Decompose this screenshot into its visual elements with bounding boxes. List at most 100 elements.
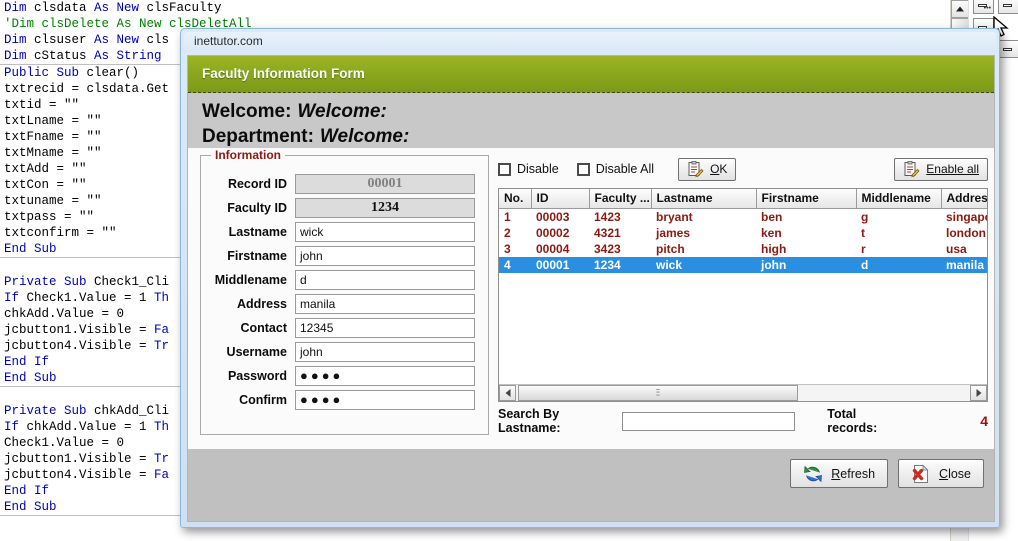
- welcome-row: Welcome: Welcome:: [202, 99, 994, 124]
- table-column-header[interactable]: Faculty ...: [589, 189, 652, 209]
- field-label: Username: [226, 345, 287, 359]
- code-token: End Sub: [4, 500, 57, 514]
- field-row-middlename: Middlename d: [209, 268, 484, 292]
- code-token: jcbutton4.Visible =: [4, 339, 155, 353]
- table-cell: 00004: [536, 241, 570, 256]
- scroll-thumb[interactable]: [518, 385, 798, 401]
- code-token: Th: [154, 420, 170, 434]
- restore-window-button-2[interactable]: [998, 0, 1018, 14]
- code-token: Public Sub: [4, 66, 80, 80]
- minimize-glyph: [1003, 4, 1012, 7]
- records-table-container[interactable]: No. ID Faculty ... Lastname Firstname Middlen…: [498, 188, 988, 402]
- table-cell: usa: [946, 241, 967, 256]
- code-token: clear(): [79, 66, 140, 80]
- scroll-up-button[interactable]: [951, 0, 969, 18]
- code-token: End If: [4, 355, 50, 369]
- table-cell: high: [761, 241, 787, 256]
- code-token: txtAdd = "": [4, 162, 87, 176]
- field-input-lastname[interactable]: wick: [295, 222, 475, 242]
- scroll-track[interactable]: [516, 385, 970, 401]
- dialog-titlebar[interactable]: inettutor.com: [184, 32, 996, 52]
- field-label: Password: [227, 369, 287, 383]
- form-banner-title: Faculty Information Form: [202, 66, 365, 81]
- table-cell: 4: [499, 256, 531, 273]
- document-delete-icon: [911, 464, 931, 484]
- code-token: jcbutton1.Visible =: [4, 452, 155, 466]
- table-column-header[interactable]: No.: [499, 189, 532, 209]
- code-token: cStatus: [26, 49, 95, 63]
- minimize-glyph: [1003, 48, 1012, 51]
- restore-window-button-4[interactable]: [998, 40, 1018, 58]
- table-row[interactable]: 3 00004 3423 pitch high r usa: [499, 241, 987, 257]
- field-input-address[interactable]: manila: [295, 294, 475, 314]
- disable-checkbox[interactable]: Disable: [498, 162, 559, 176]
- table-cell: d: [856, 256, 941, 273]
- table-cell: 1423: [594, 209, 621, 224]
- refresh-button[interactable]: Refresh: [790, 459, 889, 488]
- table-cell: 00003: [536, 209, 570, 224]
- code-token: End Sub: [4, 371, 57, 385]
- ok-button[interactable]: OK: [678, 157, 737, 181]
- table-column-header[interactable]: ID: [531, 189, 590, 209]
- field-row-contact: Contact 12345: [209, 316, 484, 340]
- close-button[interactable]: Close: [898, 459, 984, 488]
- checkbox-box[interactable]: [498, 162, 511, 176]
- code-token: If: [4, 291, 20, 305]
- total-records-value: 4: [980, 413, 988, 429]
- clipboard-pencil-icon: [903, 160, 920, 178]
- field-input-contact[interactable]: 12345: [295, 318, 475, 338]
- field-input-middlename[interactable]: d: [295, 270, 475, 290]
- field-input-password[interactable]: ●●●●: [295, 366, 475, 386]
- table-cell: pitch: [656, 241, 685, 256]
- welcome-value: Welcome:: [297, 101, 387, 122]
- information-group: Information Record ID 00001 Faculty ID 1234…: [200, 148, 489, 435]
- restore-window-button-1[interactable]: •••: [973, 0, 994, 14]
- disable-all-checkbox[interactable]: Disable All: [576, 162, 654, 176]
- table-body: 1 00003 1423 bryant ben g singapore 2 00002 4321 j…: [499, 208, 987, 273]
- code-token: clsuser: [26, 33, 95, 47]
- field-input-firstname[interactable]: john: [295, 246, 475, 266]
- enable-all-button[interactable]: Enable all: [894, 157, 988, 181]
- table-row[interactable]: 4 00001 1234 wick john d manila: [499, 256, 987, 273]
- field-row-username: Username john: [209, 340, 484, 364]
- table-column-header[interactable]: Firstname: [756, 189, 857, 209]
- table-row[interactable]: 2 00002 4321 james ken t london: [499, 225, 987, 241]
- code-token: chkAdd.Value = 0: [4, 307, 125, 321]
- scroll-right-button[interactable]: [970, 385, 987, 401]
- table-cell: 4321: [594, 225, 621, 240]
- records-panel: Disable Disable All OK Enable all No. ID…: [498, 155, 988, 435]
- code-token: cls: [139, 33, 170, 47]
- code-token: txtrecid = clsdata.Get: [4, 82, 170, 96]
- table-row[interactable]: 1 00003 1423 bryant ben g singapore: [499, 208, 987, 225]
- table-cell: 2: [504, 225, 511, 240]
- close-rest: lose: [948, 466, 971, 481]
- code-token: txtFname = "": [4, 130, 102, 144]
- field-row-lastname: Lastname wick: [209, 220, 484, 244]
- code-token: chkAdd.Value = 1: [19, 420, 155, 434]
- scroll-left-button[interactable]: [499, 385, 516, 401]
- table-column-header[interactable]: Address: [941, 189, 987, 209]
- field-input-username[interactable]: john: [295, 342, 475, 362]
- field-label: Contact: [240, 321, 287, 335]
- checkbox-box[interactable]: [576, 162, 590, 176]
- field-input-record-id: 00001: [295, 174, 475, 194]
- faculty-information-dialog: inettutor.com Faculty Information Form W…: [180, 28, 1000, 528]
- close-button-label: Close: [939, 467, 971, 481]
- code-token: As String: [94, 49, 162, 63]
- table-column-header[interactable]: Middlename: [856, 189, 942, 209]
- ok-button-label: OK: [710, 162, 727, 176]
- code-token: txtconfirm = "": [4, 226, 117, 240]
- field-label: Middlename: [214, 273, 287, 287]
- department-value: Welcome:: [319, 126, 410, 147]
- table-column-header[interactable]: Lastname: [651, 189, 757, 209]
- refresh-rest: efresh: [840, 466, 876, 481]
- table-cell: 00001: [531, 256, 589, 273]
- search-input[interactable]: [621, 411, 796, 431]
- code-token: txtMname = "": [4, 146, 102, 160]
- field-input-confirm[interactable]: ●●●●: [295, 390, 475, 410]
- table-cell: london: [946, 225, 986, 240]
- table-horizontal-scrollbar[interactable]: [499, 384, 987, 401]
- close-accel: C: [939, 466, 949, 481]
- code-token: Fa: [154, 323, 170, 337]
- ok-rest: K: [719, 162, 728, 176]
